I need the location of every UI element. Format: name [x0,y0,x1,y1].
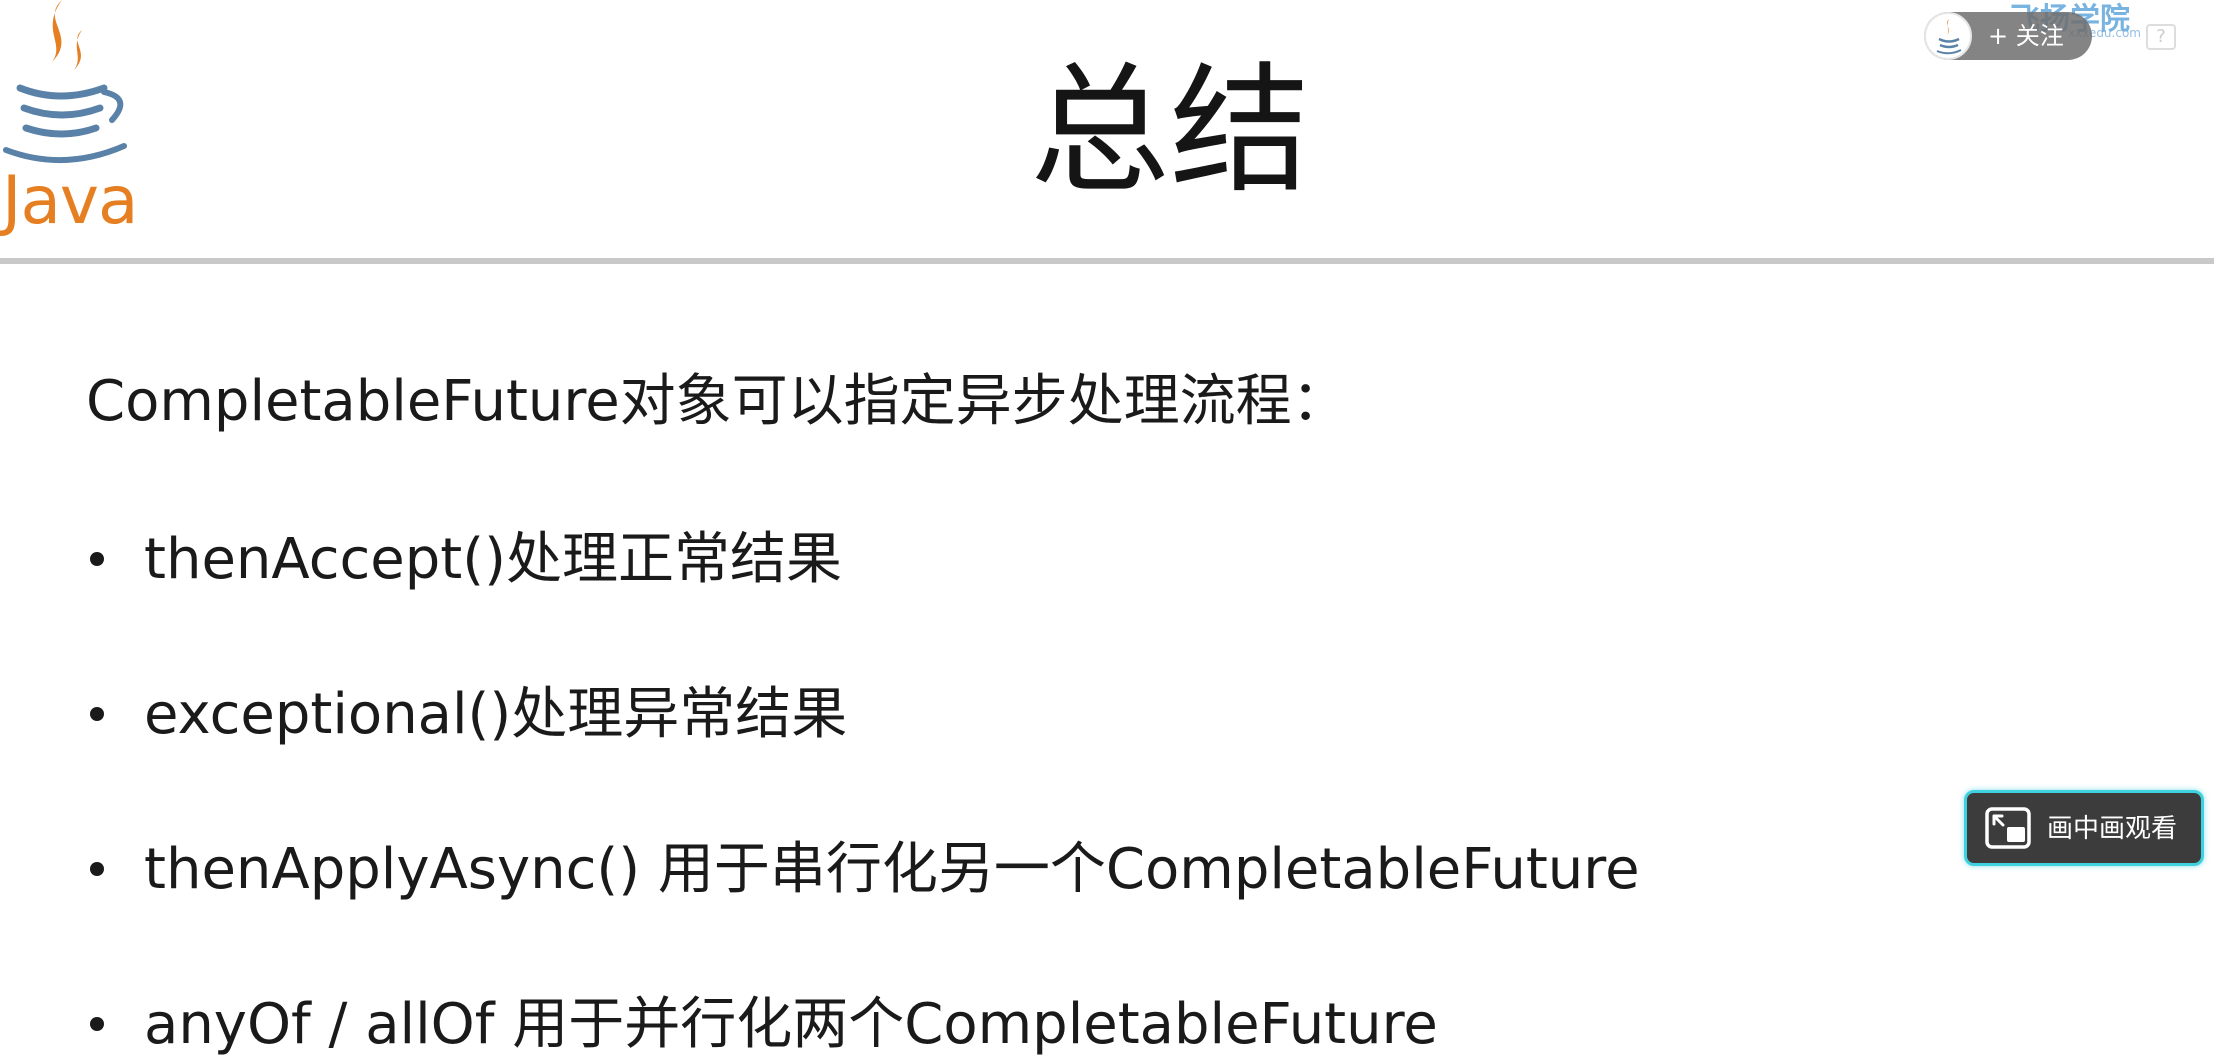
slide-page: Java 总结 CompletableFuture对象可以指定异步处理流程： t… [0,0,2214,1064]
bullet-dot-icon [90,862,104,876]
intro-text: CompletableFuture对象可以指定异步处理流程： [86,369,1348,434]
follow-button[interactable]: + 关注 [1924,12,2092,60]
bullet-text: anyOf / allOf 用于并行化两个CompletableFuture [144,992,1438,1057]
bullet-dot-icon [90,707,104,721]
bullet-text: thenApplyAsync() 用于串行化另一个CompletableFutu… [144,837,1640,902]
title-divider [0,258,2214,264]
slide-title: 总结 [1029,50,1310,213]
bullet-dot-icon [90,552,104,566]
bullet-text: exceptional()处理异常结果 [144,682,848,747]
bullet-text: thenAccept()处理正常结果 [144,527,842,592]
follow-label: + 关注 [1988,22,2064,50]
picture-in-picture-button[interactable]: 画中画观看 [1964,790,2204,866]
bullet-dot-icon [90,1017,104,1031]
java-avatar-icon [1936,19,1962,55]
picture-in-picture-label: 画中画观看 [2047,814,2178,844]
channel-avatar[interactable] [1924,12,1972,60]
picture-in-picture-icon [1985,807,2031,849]
help-icon[interactable]: ? [2146,24,2176,50]
